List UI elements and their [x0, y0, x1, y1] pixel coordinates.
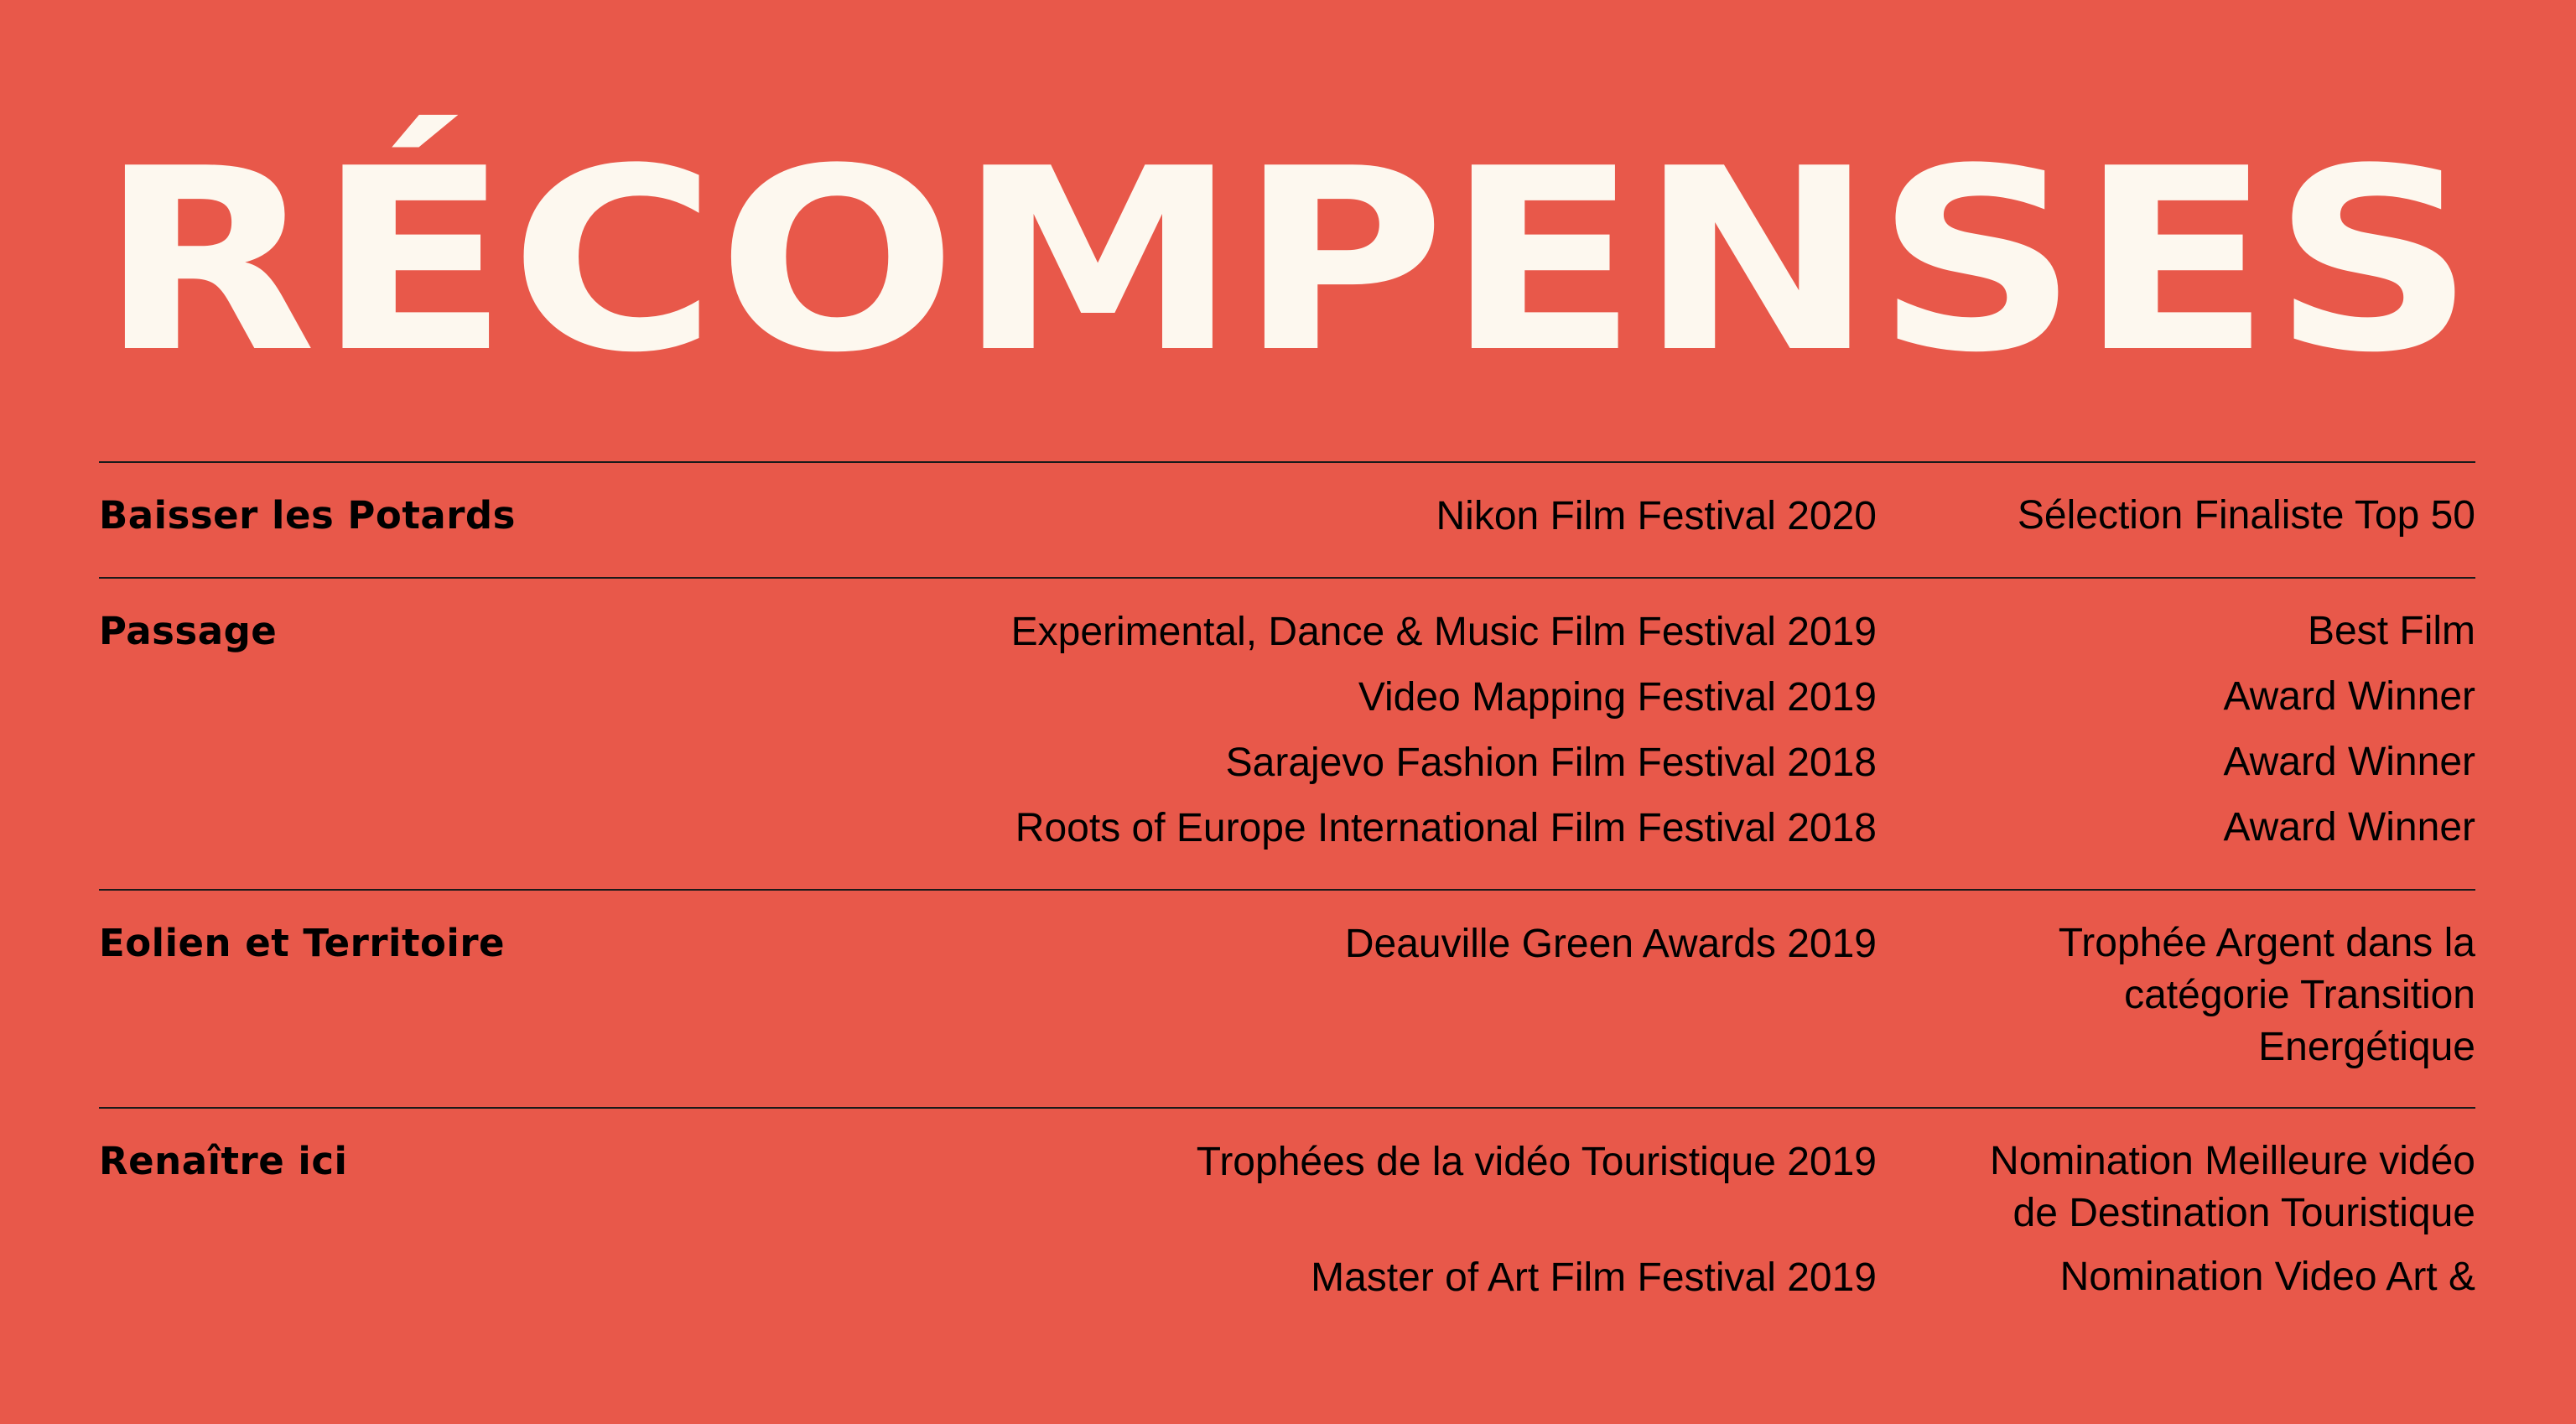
- festival-name: Deauville Green Awards 2019: [1344, 922, 1877, 966]
- award-entry: Master of Art Film Festival 2019 Nominati…: [99, 1251, 2475, 1305]
- award-entry: Experimental, Dance & Music Film Festiva…: [99, 605, 2475, 659]
- award-result: Sélection Finaliste Top 50: [2017, 493, 2475, 538]
- award-entries: Trophées de la vidéo Touristique 2019 Nom…: [99, 1136, 2475, 1305]
- award-row: Eolien et Territoire Deauville Green Awar…: [99, 889, 2475, 1107]
- project-name: Eolien et Territoire: [99, 921, 506, 965]
- award-result: Award Winner: [2223, 674, 2475, 719]
- festival-name: Trophées de la vidéo Touristique 2019: [1196, 1140, 1877, 1184]
- festival-name: Video Mapping Festival 2019: [1358, 675, 1877, 720]
- festival-name: Roots of Europe International Film Festi…: [1015, 806, 1877, 850]
- festival-name: Sarajevo Fashion Film Festival 2018: [1225, 741, 1877, 785]
- awards-list: Baisser les Potards Nikon Film Festival 2…: [99, 461, 2475, 1338]
- award-entry: Sarajevo Fashion Film Festival 2018 Award…: [99, 736, 2475, 790]
- festival-name: Master of Art Film Festival 2019: [1311, 1255, 1877, 1300]
- page-title-text: RÉCOMPENSES: [99, 112, 2475, 403]
- award-result: Trophée Argent dans la catégorie Transit…: [2058, 921, 2475, 1069]
- award-result: Best Film: [2307, 609, 2475, 653]
- project-name: Baisser les Potards: [99, 493, 516, 538]
- award-entry: Trophées de la vidéo Touristique 2019 Nom…: [99, 1136, 2475, 1240]
- award-result: Award Winner: [2223, 805, 2475, 850]
- festival-name: Experimental, Dance & Music Film Festiva…: [1010, 610, 1877, 654]
- award-row: Renaître ici Trophées de la vidéo Tourist…: [99, 1107, 2475, 1338]
- award-result: Nomination Meilleure vidéo de Destinatio…: [1990, 1139, 2475, 1235]
- award-entry: Video Mapping Festival 2019 Award Winner: [99, 671, 2475, 725]
- award-result: Nomination Video Art &: [2059, 1255, 2475, 1299]
- project-name: Renaître ici: [99, 1139, 348, 1183]
- page-title-graphic: RÉCOMPENSES: [99, 112, 2475, 403]
- award-entries: Experimental, Dance & Music Film Festiva…: [99, 605, 2475, 855]
- festival-name: Nikon Film Festival 2020: [1436, 494, 1877, 538]
- award-row: Baisser les Potards Nikon Film Festival 2…: [99, 461, 2475, 577]
- award-row: Passage Experimental, Dance & Music Film …: [99, 577, 2475, 889]
- award-entry: Roots of Europe International Film Festi…: [99, 802, 2475, 855]
- page-title: RÉCOMPENSES: [99, 50, 2475, 403]
- project-name: Passage: [99, 609, 278, 653]
- award-result: Award Winner: [2223, 740, 2475, 784]
